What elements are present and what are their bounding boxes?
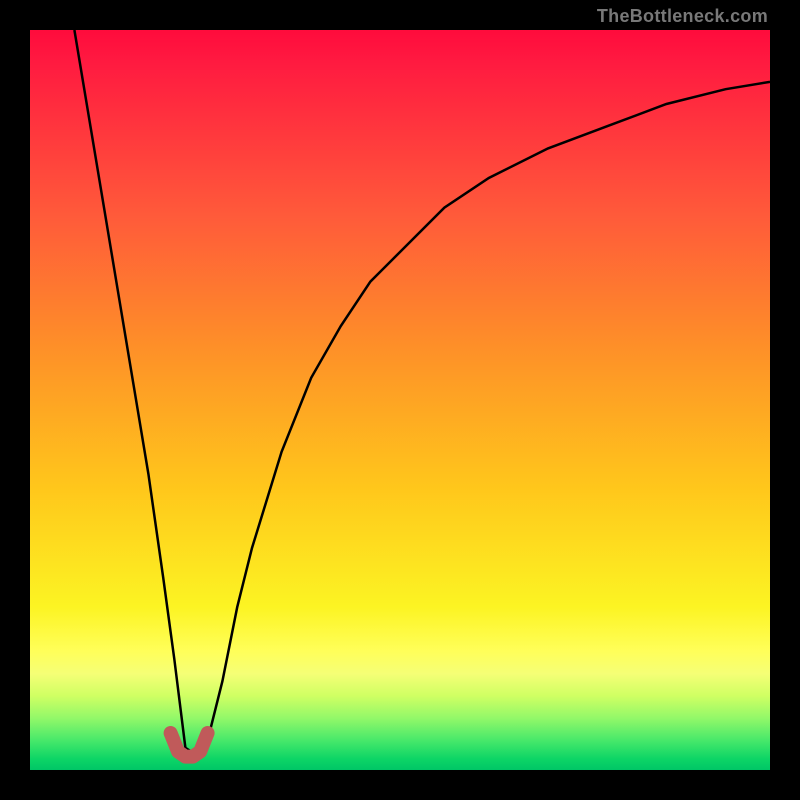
curve-svg [30, 30, 770, 770]
bottleneck-curve [74, 30, 770, 755]
valley-marker [171, 733, 208, 757]
plot-area [30, 30, 770, 770]
watermark-text: TheBottleneck.com [597, 6, 768, 27]
